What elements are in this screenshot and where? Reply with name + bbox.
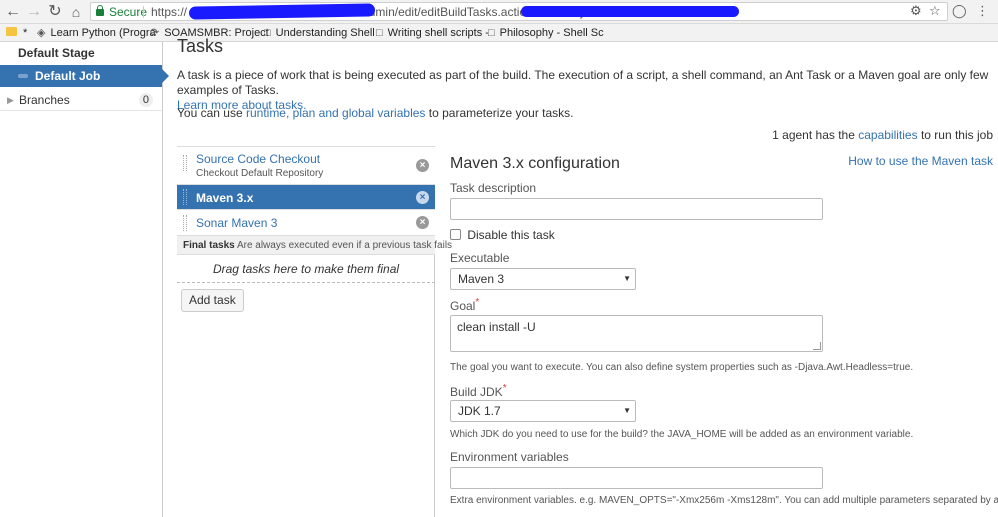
goal-textarea[interactable]: clean install -U — [450, 315, 823, 352]
variables-link[interactable]: runtime, plan and global variables — [246, 106, 425, 120]
home-icon[interactable]: ⌂ — [66, 2, 86, 22]
required-marker: * — [502, 383, 507, 394]
executable-label: Executable — [450, 251, 510, 265]
task-description-input[interactable] — [450, 198, 823, 220]
bookmarks-bar: * ◈ Learn Python (Progra ⟳ SOAMSMBR: Proje… — [0, 24, 998, 42]
config-title: Maven 3.x configuration — [450, 155, 620, 172]
capabilities-link[interactable]: capabilities — [858, 128, 917, 142]
redaction-mark — [521, 6, 739, 17]
branches-count-badge: 0 — [138, 93, 153, 107]
selection-arrow — [162, 69, 169, 83]
dropdown-arrow-icon: ▼ — [623, 406, 631, 415]
agents-capabilities-text: 1 agent has the capabilities to run this… — [772, 128, 993, 142]
task-list: Source Code Checkout Checkout Default Re… — [177, 146, 452, 517]
page-title: Tasks — [177, 36, 224, 56]
environment-variables-input[interactable] — [450, 467, 823, 489]
sidebar: Default Stage Default Job ▶ Branches 0 — [0, 42, 169, 517]
variables-hint: You can use runtime, plan and global var… — [177, 106, 574, 120]
resize-handle-icon[interactable] — [813, 342, 821, 350]
build-jdk-select[interactable]: JDK 1.7 ▼ — [450, 400, 636, 422]
bookmark-separator-icon: * — [23, 27, 28, 39]
sidebar-item-default-job[interactable]: Default Job — [0, 65, 169, 87]
goal-label: Goal* — [450, 297, 480, 313]
job-icon — [18, 74, 28, 78]
drag-handle-icon[interactable] — [183, 215, 187, 231]
chevron-right-icon: ▶ — [7, 95, 14, 105]
delete-task-icon[interactable]: × — [416, 216, 429, 229]
sidebar-item-branches[interactable]: ▶ Branches 0 — [0, 89, 162, 111]
task-description-label: Task description — [450, 181, 537, 195]
build-jdk-help-text: Which JDK do you need to use for the bui… — [450, 429, 914, 440]
disable-task-checkbox[interactable] — [450, 229, 461, 240]
project-icon: ⟳ — [150, 27, 160, 39]
final-tasks-header: Final tasks Are always executed even if … — [177, 236, 452, 255]
task-item-sonar-maven[interactable]: Sonar Maven 3 × — [177, 210, 435, 236]
lock-icon — [96, 5, 104, 16]
back-icon[interactable]: ← — [3, 2, 23, 22]
menu-icon[interactable]: ⋮ — [976, 4, 989, 18]
add-task-button[interactable]: Add task — [181, 289, 244, 312]
bookmark-learn-python[interactable]: ◈ Learn Python (Progra — [37, 26, 156, 40]
task-item-source-code-checkout[interactable]: Source Code Checkout Checkout Default Re… — [177, 147, 435, 185]
stage-title: Default Stage — [18, 46, 95, 60]
delete-task-icon[interactable]: × — [416, 191, 429, 204]
page-icon: □ — [488, 27, 495, 39]
task-item-maven[interactable]: Maven 3.x × — [177, 185, 435, 210]
environment-variables-help-text: Extra environment variables. e.g. MAVEN_… — [450, 495, 998, 506]
bookmark-writing-shell-scripts[interactable]: □ Writing shell scripts - — [376, 26, 489, 40]
goal-help-text: The goal you want to execute. You can al… — [450, 362, 914, 373]
forward-icon[interactable]: → — [24, 2, 44, 22]
disable-task-row: Disable this task — [450, 228, 555, 242]
bookmark-star-icon[interactable]: ☆ — [929, 4, 941, 18]
drag-handle-icon[interactable] — [183, 189, 187, 205]
extension-icon[interactable]: ⚙ — [910, 4, 922, 18]
python-icon: ◈ — [37, 27, 46, 39]
delete-task-icon[interactable]: × — [416, 159, 429, 172]
environment-variables-label: Environment variables — [450, 450, 569, 464]
secure-indicator[interactable]: Secure — [96, 5, 147, 19]
required-marker: * — [475, 297, 480, 308]
dropdown-arrow-icon: ▼ — [623, 274, 631, 283]
address-bar[interactable]: Secure https:///build/admin/edit/editBui… — [90, 2, 948, 21]
bookmark-understanding-shell[interactable]: □ Understanding Shell — [264, 26, 375, 40]
drag-handle-icon[interactable] — [183, 155, 187, 171]
bookmark-philosophy-shell[interactable]: □ Philosophy - Shell Sc — [488, 26, 604, 40]
executable-select[interactable]: Maven 3 ▼ — [450, 268, 636, 290]
apps-folder-icon[interactable] — [6, 26, 17, 40]
page-icon: □ — [376, 27, 383, 39]
build-jdk-label: Build JDK* — [450, 383, 507, 399]
browser-toolbar: ← → ↻ ⌂ Secure https:///build/admin/edit… — [0, 0, 998, 24]
final-tasks-dropzone[interactable]: Drag tasks here to make them final — [177, 256, 435, 283]
reload-icon[interactable]: ↻ — [45, 2, 65, 22]
profile-icon[interactable]: ◯ — [952, 4, 967, 18]
disable-task-label: Disable this task — [467, 228, 555, 242]
page-icon: □ — [264, 27, 271, 39]
maven-help-link[interactable]: How to use the Maven task — [848, 154, 993, 168]
